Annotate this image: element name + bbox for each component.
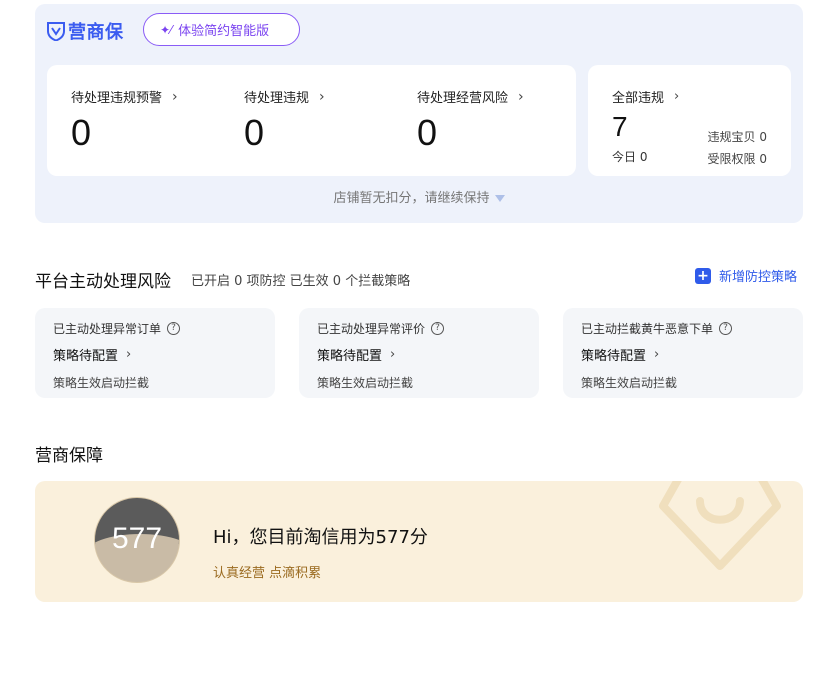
add-strategy-label: 新增防控策略 — [719, 270, 798, 285]
baby-value: 0 — [759, 130, 767, 144]
baby-label: 违规宝贝 — [707, 130, 756, 144]
chevron-right-icon: › — [518, 88, 524, 105]
stat-value: 0 — [244, 112, 265, 153]
credit-score-value: 577 — [111, 522, 163, 555]
config-label: 策略待配置 — [581, 349, 647, 364]
no-deduction-notice[interactable]: 店铺暂无扣分，请继续保持 — [35, 187, 803, 206]
stat-label: 待处理违规预警 — [71, 91, 163, 106]
help-icon[interactable]: ? — [719, 322, 733, 335]
guarantee-title: 营商保障 — [35, 446, 103, 466]
chevron-right-icon: › — [319, 88, 325, 105]
stat-business-risk[interactable]: 待处理经营风险 › 0 — [417, 87, 524, 154]
chevron-right-icon: › — [654, 347, 660, 362]
sparkle-wand-icon: ✦⁄ — [160, 22, 173, 37]
add-strategy-button[interactable]: + 新增防控策略 — [695, 266, 797, 285]
stat-label: 待处理违规 — [244, 91, 310, 106]
overview-panel: 营商保 ✦⁄ 体验简约智能版 待处理违规预警 › 0 待处理违规 › 0 待处理… — [35, 4, 803, 223]
risk-card-title: 已主动处理异常评价 — [317, 322, 426, 336]
credit-headline: Hi，您目前淘信用为577分 — [213, 527, 428, 548]
stat-value: 0 — [417, 112, 438, 153]
all-violations-label: 全部违规 — [612, 91, 665, 106]
risk-card-note: 策略生效启动拦截 — [581, 376, 678, 390]
shield-v-icon — [47, 22, 65, 41]
risk-card-abnormal-order: 已主动处理异常订单? 策略待配置 › 策略生效启动拦截 — [35, 308, 275, 398]
stat-violation[interactable]: 待处理违规 › 0 — [244, 87, 325, 154]
trial-button-label: 体验简约智能版 — [178, 24, 270, 39]
risk-card-title: 已主动处理异常订单 — [53, 322, 162, 336]
violation-breakdown: 违规宝贝 0 受限权限 0 — [708, 126, 767, 170]
chevron-right-icon: › — [172, 88, 178, 105]
all-violations-card: 全部违规 › 7 今日 0 违规宝贝 0 受限权限 0 — [588, 65, 791, 176]
restricted-value: 0 — [759, 152, 767, 166]
credit-subtext: 认真经营 点滴积累 — [213, 566, 322, 581]
risk-card-title: 已主动拦截黄牛恶意下单 — [581, 322, 714, 336]
risk-card-note: 策略生效启动拦截 — [317, 376, 414, 390]
chevron-right-icon: › — [674, 89, 680, 104]
config-link[interactable]: 策略待配置 › — [53, 345, 131, 364]
risk-card-scalper-order: 已主动拦截黄牛恶意下单? 策略待配置 › 策略生效启动拦截 — [563, 308, 803, 398]
today-label: 今日 — [612, 150, 637, 164]
stat-value: 0 — [71, 112, 92, 153]
all-violations-link[interactable]: 全部违规 › — [612, 87, 679, 106]
chevron-right-icon: › — [126, 347, 132, 362]
credit-score-badge: 577 — [94, 497, 180, 583]
brand: 营商保 — [47, 18, 124, 44]
plus-icon: + — [695, 267, 711, 284]
trial-smart-version-button[interactable]: ✦⁄ 体验简约智能版 — [143, 13, 300, 46]
pending-stats-card: 待处理违规预警 › 0 待处理违规 › 0 待处理经营风险 › 0 — [47, 65, 576, 176]
today-count: 今日 0 — [612, 148, 647, 165]
config-link[interactable]: 策略待配置 › — [317, 345, 395, 364]
today-value: 0 — [639, 150, 648, 164]
stat-label: 待处理经营风险 — [417, 91, 509, 106]
risk-card-note: 策略生效启动拦截 — [53, 376, 150, 390]
shopping-bag-watermark-icon — [659, 481, 781, 570]
no-deduction-text: 店铺暂无扣分，请继续保持 — [333, 191, 490, 206]
config-link[interactable]: 策略待配置 › — [581, 345, 659, 364]
chevron-right-icon: › — [390, 347, 396, 362]
restricted-label: 受限权限 — [707, 152, 756, 166]
platform-section-subtitle: 已开启 0 项防控 已生效 0 个拦截策略 — [191, 274, 411, 289]
config-label: 策略待配置 — [317, 349, 383, 364]
all-violations-value: 7 — [612, 111, 628, 142]
brand-name: 营商保 — [68, 22, 124, 43]
config-label: 策略待配置 — [53, 349, 119, 364]
stat-violation-warning[interactable]: 待处理违规预警 › 0 — [71, 87, 178, 154]
page: 营商保 ✦⁄ 体验简约智能版 待处理违规预警 › 0 待处理违规 › 0 待处理… — [0, 0, 817, 693]
help-icon[interactable]: ? — [167, 322, 181, 335]
credit-score-card: 577 Hi，您目前淘信用为577分 认真经营 点滴积累 — [35, 481, 803, 602]
triangle-down-icon — [494, 195, 505, 202]
risk-card-abnormal-review: 已主动处理异常评价? 策略待配置 › 策略生效启动拦截 — [299, 308, 539, 398]
help-icon[interactable]: ? — [431, 322, 445, 335]
platform-section-title: 平台主动处理风险 — [35, 272, 171, 292]
